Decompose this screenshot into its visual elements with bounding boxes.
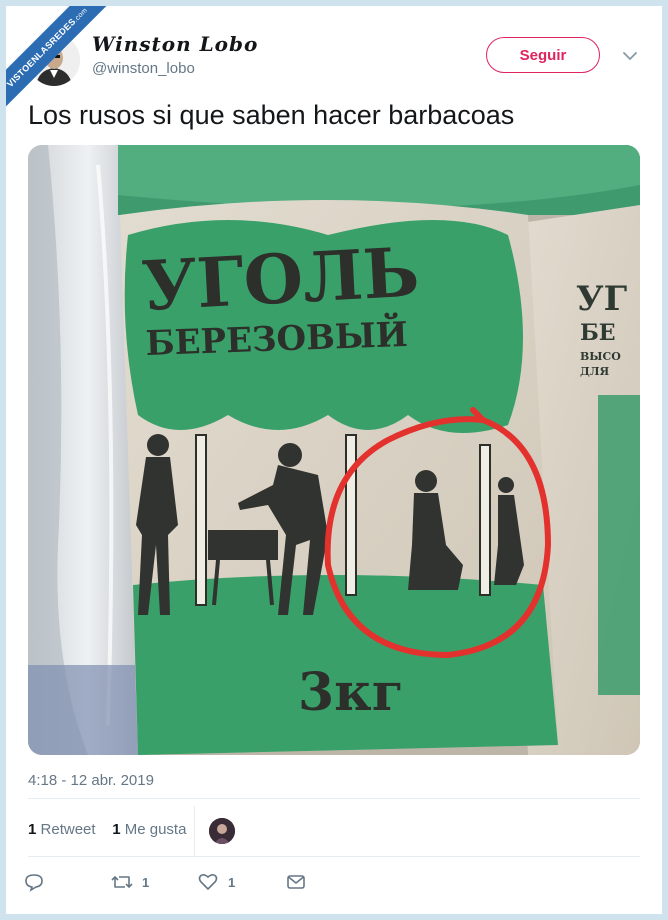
author-name[interactable]: Winston Lobo	[92, 32, 258, 56]
retweets-label: Retweet	[40, 821, 96, 838]
divider	[28, 856, 640, 857]
side-bag-title-2: БЕ	[580, 320, 616, 346]
reply-button[interactable]	[24, 872, 44, 892]
reply-icon	[25, 874, 43, 892]
tweet-photo[interactable]: УГ БЕ ВЫСО ДЛЯ УГОЛЬ БЕРЕЗОВЫЙ 3кг	[28, 145, 640, 755]
divider	[28, 798, 640, 799]
retweets-stat[interactable]: 1 Retweet	[28, 821, 96, 838]
likes-stat[interactable]: 1 Me gusta	[112, 821, 186, 838]
side-bag-small-1: ВЫСО	[580, 350, 621, 363]
chevron-down-icon[interactable]	[620, 46, 640, 66]
heart-icon	[198, 873, 218, 891]
envelope-icon	[287, 875, 305, 889]
watermark-domain: .com	[72, 6, 90, 24]
bag-weight: 3кг	[298, 662, 404, 723]
liker-avatar[interactable]	[209, 818, 235, 844]
divider	[194, 806, 195, 856]
charcoal-bag-photo: УГ БЕ ВЫСО ДЛЯ УГОЛЬ БЕРЕЗОВЫЙ 3кг	[28, 145, 640, 755]
bag-title-1: УГОЛЬ	[140, 233, 421, 327]
watermark-text: VISTOENLASREDES	[6, 16, 78, 90]
tweet-card: VISTOENLASREDES.com Winston Lobo @winsto…	[6, 6, 662, 914]
like-button[interactable]: 1	[198, 872, 235, 892]
side-bag-small-2: ДЛЯ	[580, 365, 610, 378]
likes-label: Me gusta	[124, 821, 187, 838]
retweets-count: 1	[28, 821, 37, 838]
likes-count: 1	[112, 821, 121, 838]
watermark: VISTOENLASREDES.com	[6, 6, 116, 116]
retweet-icon	[111, 876, 133, 888]
tweet-stats: 1 Retweet 1 Me gusta	[28, 821, 186, 838]
watermark-ribbon: VISTOENLASREDES.com	[6, 6, 116, 116]
follow-button[interactable]: Seguir	[486, 37, 600, 73]
retweet-count: 1	[142, 874, 150, 890]
side-bag-title-1: УГ	[576, 279, 628, 319]
message-button[interactable]	[286, 872, 306, 892]
retweet-button[interactable]: 1	[110, 872, 149, 892]
tweet-timestamp[interactable]: 4:18 - 12 abr. 2019	[28, 772, 154, 789]
like-count: 1	[228, 874, 236, 890]
